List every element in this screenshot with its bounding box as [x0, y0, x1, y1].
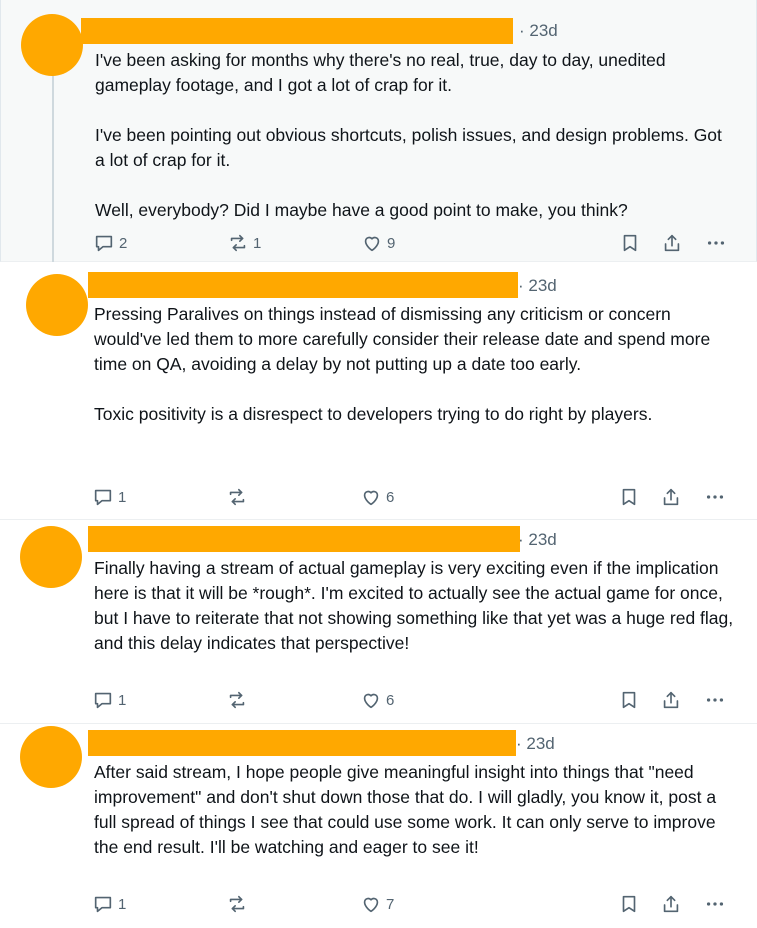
share-button[interactable] [660, 892, 682, 916]
reply-button[interactable]: 1 [92, 688, 126, 712]
repost-button[interactable] [226, 892, 252, 916]
redacted-username[interactable] [88, 730, 516, 756]
bookmark-icon [618, 689, 640, 711]
reply-count: 2 [119, 234, 128, 252]
post-actions: 1 7 [92, 892, 732, 916]
post-actions: 1 6 [92, 688, 732, 712]
post[interactable]: · 23d Pressing Paralives on things inste… [0, 262, 757, 520]
redacted-username[interactable] [88, 526, 520, 552]
reply-icon [92, 689, 114, 711]
post-paragraph: After said stream, I hope people give me… [94, 762, 717, 857]
like-button[interactable]: 9 [361, 231, 395, 255]
post[interactable]: · 23d After said stream, I hope people g… [0, 724, 757, 928]
heart-icon [361, 232, 383, 254]
bookmark-button[interactable] [619, 231, 641, 255]
more-button[interactable] [704, 485, 726, 509]
repost-icon [226, 689, 248, 711]
like-count: 6 [386, 488, 395, 506]
repost-icon [226, 893, 248, 915]
more-button[interactable] [704, 892, 726, 916]
post-timestamp[interactable]: · 23d [518, 276, 557, 296]
repost-count: 1 [253, 234, 262, 252]
bookmark-icon [618, 486, 640, 508]
avatar[interactable] [20, 726, 82, 788]
post-paragraph: I've been pointing out obvious shortcuts… [95, 125, 722, 170]
repost-button[interactable] [226, 688, 252, 712]
more-icon [704, 893, 726, 915]
post-actions: 2 1 9 [93, 231, 733, 255]
reply-button[interactable]: 1 [92, 485, 126, 509]
post-actions: 1 6 [92, 485, 732, 509]
post-paragraph: Well, everybody? Did I maybe have a good… [95, 200, 628, 220]
heart-icon [360, 893, 382, 915]
share-icon [661, 232, 683, 254]
bookmark-icon [619, 232, 641, 254]
repost-button[interactable]: 1 [227, 231, 261, 255]
thread-line [52, 70, 54, 262]
reply-icon [92, 893, 114, 915]
post-paragraph: Pressing Paralives on things instead of … [94, 304, 711, 374]
avatar[interactable] [26, 274, 88, 336]
post[interactable]: · 23d Finally having a stream of actual … [0, 520, 757, 724]
post-paragraph: I've been asking for months why there's … [95, 50, 666, 95]
post-paragraph: Finally having a stream of actual gamepl… [94, 558, 734, 653]
redacted-username[interactable] [81, 18, 513, 44]
like-button[interactable]: 6 [360, 485, 394, 509]
share-button[interactable] [661, 231, 683, 255]
more-icon [704, 689, 726, 711]
reply-icon [93, 232, 115, 254]
like-count: 6 [386, 691, 395, 709]
reply-count: 1 [118, 488, 127, 506]
reply-button[interactable]: 2 [93, 231, 127, 255]
bookmark-icon [618, 893, 640, 915]
post-text: I've been asking for months why there's … [95, 48, 735, 223]
more-icon [705, 232, 727, 254]
share-button[interactable] [660, 485, 682, 509]
avatar[interactable] [20, 526, 82, 588]
repost-button[interactable] [226, 485, 252, 509]
post-timestamp[interactable]: · 23d [519, 21, 558, 41]
like-button[interactable]: 7 [360, 892, 394, 916]
reply-feed: · 23d I've been asking for months why th… [0, 0, 757, 928]
share-button[interactable] [660, 688, 682, 712]
avatar[interactable] [21, 14, 83, 76]
more-icon [704, 486, 726, 508]
like-count: 9 [387, 234, 396, 252]
post-text: After said stream, I hope people give me… [94, 760, 734, 860]
share-icon [660, 486, 682, 508]
like-count: 7 [386, 895, 395, 913]
share-icon [660, 689, 682, 711]
more-button[interactable] [705, 231, 727, 255]
heart-icon [360, 486, 382, 508]
reply-count: 1 [118, 895, 127, 913]
reply-count: 1 [118, 691, 127, 709]
reply-icon [92, 486, 114, 508]
heart-icon [360, 689, 382, 711]
share-icon [660, 893, 682, 915]
like-button[interactable]: 6 [360, 688, 394, 712]
post-timestamp[interactable]: · 23d [516, 734, 555, 754]
post-text: Pressing Paralives on things instead of … [94, 302, 734, 427]
post[interactable]: · 23d I've been asking for months why th… [0, 0, 757, 262]
post-text: Finally having a stream of actual gamepl… [94, 556, 734, 656]
repost-icon [226, 486, 248, 508]
post-paragraph: Toxic positivity is a disrespect to deve… [94, 404, 653, 424]
post-timestamp[interactable]: · 23d [518, 530, 557, 550]
bookmark-button[interactable] [618, 892, 640, 916]
reply-button[interactable]: 1 [92, 892, 126, 916]
redacted-username[interactable] [88, 272, 518, 298]
bookmark-button[interactable] [618, 485, 640, 509]
bookmark-button[interactable] [618, 688, 640, 712]
more-button[interactable] [704, 688, 726, 712]
repost-icon [227, 232, 249, 254]
